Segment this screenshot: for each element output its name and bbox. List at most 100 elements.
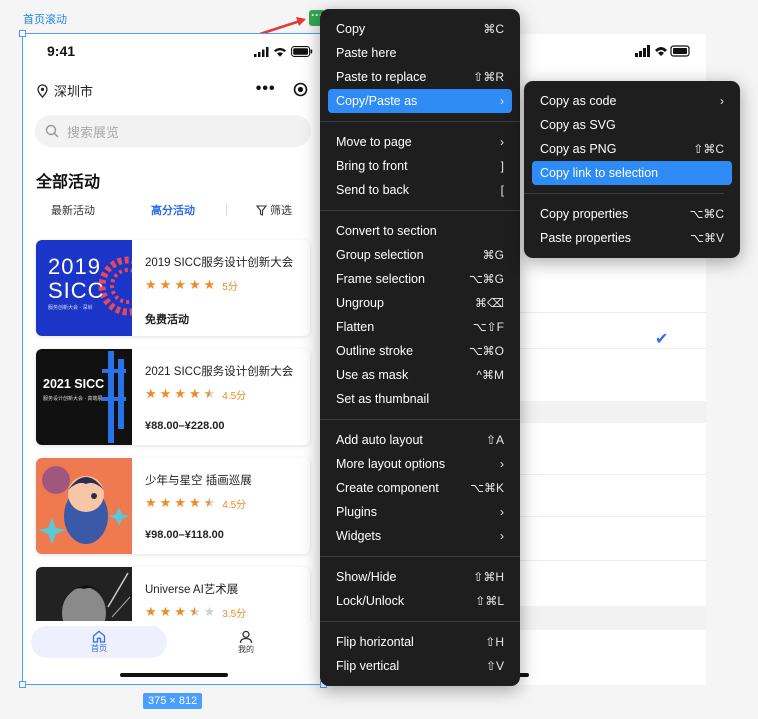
menu-item-label: Plugins bbox=[336, 505, 377, 519]
submenu-item-copy-as-png[interactable]: Copy as PNG ⇧⌘C bbox=[532, 137, 732, 161]
chevron-right-icon: › bbox=[500, 505, 504, 519]
submenu-item-paste-properties[interactable]: Paste properties ⌥⌘V bbox=[532, 226, 732, 250]
chevron-right-icon: › bbox=[500, 529, 504, 543]
menu-item-bring-to-front[interactable]: Bring to front] bbox=[328, 154, 512, 178]
menu-separator bbox=[320, 620, 520, 622]
menu-item-shortcut: ⇧A bbox=[485, 433, 504, 447]
menu-item-shortcut: ⌘C bbox=[483, 22, 504, 36]
menu-item-lock-unlock[interactable]: Lock/Unlock ⇧⌘L bbox=[328, 589, 512, 613]
menu-item-label: Use as mask bbox=[336, 368, 409, 382]
menu-item-shortcut: ⇧⌘C bbox=[693, 142, 724, 156]
menu-item-label: Convert to section bbox=[336, 224, 437, 238]
menu-item-shortcut: ⇧⌘H bbox=[473, 570, 504, 584]
menu-item-shortcut: ⌘G bbox=[482, 248, 504, 262]
menu-item-shortcut: [ bbox=[500, 183, 504, 197]
frame-label[interactable]: 首页滚动 bbox=[23, 11, 67, 27]
menu-item-copy-paste-as[interactable]: Copy/Paste as › bbox=[328, 89, 512, 113]
menu-item-convert-to-section[interactable]: Convert to section bbox=[328, 219, 512, 243]
menu-item-move-to-page[interactable]: Move to page › bbox=[328, 130, 512, 154]
menu-item-use-as-mask[interactable]: Use as mask ^⌘M bbox=[328, 363, 512, 387]
menu-separator bbox=[320, 418, 520, 420]
menu-item-label: Set as thumbnail bbox=[336, 392, 430, 406]
resize-handle[interactable] bbox=[19, 681, 26, 688]
menu-item-label: Widgets bbox=[336, 529, 382, 543]
menu-item-more-layout-options[interactable]: More layout options › bbox=[328, 452, 512, 476]
status-icons bbox=[635, 45, 690, 57]
menu-separator bbox=[320, 120, 520, 122]
menu-item-ungroup[interactable]: Ungroup ⌘⌫ bbox=[328, 291, 512, 315]
menu-item-label: Group selection bbox=[336, 248, 424, 262]
menu-item-show-hide[interactable]: Show/Hide ⇧⌘H bbox=[328, 565, 512, 589]
menu-item-label: Lock/Unlock bbox=[336, 594, 405, 608]
menu-item-paste-to-replace[interactable]: Paste to replace ⇧⌘R bbox=[328, 65, 512, 89]
menu-item-shortcut: ⌥⌘C bbox=[689, 207, 725, 221]
menu-item-flatten[interactable]: Flatten ⌥⇧F bbox=[328, 315, 512, 339]
resize-handle[interactable] bbox=[19, 30, 26, 37]
menu-item-shortcut: ⌥⌘K bbox=[470, 481, 504, 495]
menu-item-label: Copy properties bbox=[540, 207, 629, 221]
menu-item-add-auto-layout[interactable]: Add auto layout ⇧A bbox=[328, 428, 512, 452]
menu-item-label: Copy as PNG bbox=[540, 142, 617, 156]
menu-item-widgets[interactable]: Widgets › bbox=[328, 524, 512, 548]
menu-item-shortcut: ⌥⌘O bbox=[468, 344, 504, 358]
menu-item-label: Add auto layout bbox=[336, 433, 423, 447]
menu-item-label: Flatten bbox=[336, 320, 375, 334]
menu-item-outline-stroke[interactable]: Outline stroke ⌥⌘O bbox=[328, 339, 512, 363]
menu-item-shortcut: ⇧⌘L bbox=[475, 594, 504, 608]
menu-item-flip-horizontal[interactable]: Flip horizontal ⇧H bbox=[328, 630, 512, 654]
submenu-item-copy-link-to-selection[interactable]: Copy link to selection bbox=[532, 161, 732, 185]
menu-item-shortcut: ⇧⌘R bbox=[473, 70, 504, 84]
menu-item-shortcut: ⌘⌫ bbox=[475, 296, 504, 310]
chevron-right-icon: › bbox=[500, 457, 504, 471]
menu-item-label: Move to page bbox=[336, 135, 412, 149]
menu-separator bbox=[320, 209, 520, 211]
menu-item-shortcut: ⌥⌘V bbox=[690, 231, 724, 245]
context-menu: Copy ⌘C Paste here Paste to replace ⇧⌘R Copy/… bbox=[320, 9, 520, 686]
menu-item-group-selection[interactable]: Group selection ⌘G bbox=[328, 243, 512, 267]
menu-item-label: Paste to replace bbox=[336, 70, 427, 84]
menu-item-label: Copy bbox=[336, 22, 366, 36]
menu-item-shortcut: ^⌘M bbox=[476, 368, 504, 382]
menu-item-shortcut: ⇧V bbox=[485, 659, 504, 673]
menu-item-label: Ungroup bbox=[336, 296, 384, 310]
menu-item-plugins[interactable]: Plugins › bbox=[328, 500, 512, 524]
menu-item-send-to-back[interactable]: Send to back [ bbox=[328, 178, 512, 202]
submenu-item-copy-properties[interactable]: Copy properties ⌥⌘C bbox=[532, 202, 732, 226]
menu-item-label: Outline stroke bbox=[336, 344, 414, 358]
menu-item-label: Paste here bbox=[336, 46, 397, 60]
menu-item-copy[interactable]: Copy ⌘C bbox=[328, 17, 512, 41]
menu-item-label: Flip horizontal bbox=[336, 635, 414, 649]
menu-item-label: Copy as code bbox=[540, 94, 617, 108]
menu-item-label: Paste properties bbox=[540, 231, 632, 245]
submenu-item-copy-as-svg[interactable]: Copy as SVG bbox=[532, 113, 732, 137]
menu-item-label: Create component bbox=[336, 481, 439, 495]
copy-paste-as-submenu: Copy as code › Copy as SVG Copy as PNG ⇧⌘C Co… bbox=[524, 81, 740, 258]
chevron-right-icon: › bbox=[500, 135, 504, 149]
size-badge: 375 × 812 bbox=[143, 693, 203, 709]
menu-item-create-component[interactable]: Create component ⌥⌘K bbox=[328, 476, 512, 500]
menu-item-label: Send to back bbox=[336, 183, 409, 197]
menu-separator bbox=[524, 192, 724, 194]
menu-item-label: Copy as SVG bbox=[540, 118, 616, 132]
menu-item-label: Frame selection bbox=[336, 272, 425, 286]
menu-item-shortcut: ] bbox=[500, 159, 504, 173]
submenu-item-copy-as-code[interactable]: Copy as code › bbox=[532, 89, 732, 113]
chevron-right-icon: › bbox=[720, 94, 724, 108]
menu-item-label: Copy/Paste as bbox=[336, 94, 418, 108]
menu-item-label: Show/Hide bbox=[336, 570, 397, 584]
menu-item-flip-vertical[interactable]: Flip vertical ⇧V bbox=[328, 654, 512, 678]
menu-item-shortcut: ⌥⌘G bbox=[468, 272, 504, 286]
chevron-right-icon: › bbox=[500, 94, 504, 108]
menu-separator bbox=[320, 555, 520, 557]
menu-item-label: Bring to front bbox=[336, 159, 408, 173]
menu-item-shortcut: ⇧H bbox=[485, 635, 504, 649]
menu-item-shortcut: ⌥⇧F bbox=[472, 320, 504, 334]
menu-item-label: Flip vertical bbox=[336, 659, 400, 673]
menu-item-frame-selection[interactable]: Frame selection ⌥⌘G bbox=[328, 267, 512, 291]
menu-item-label: Copy link to selection bbox=[540, 166, 659, 180]
menu-item-paste-here[interactable]: Paste here bbox=[328, 41, 512, 65]
menu-item-set-as-thumbnail[interactable]: Set as thumbnail bbox=[328, 387, 512, 411]
check-icon: ✔ bbox=[655, 331, 669, 348]
menu-item-label: More layout options bbox=[336, 457, 446, 471]
selection-box[interactable] bbox=[22, 33, 324, 685]
